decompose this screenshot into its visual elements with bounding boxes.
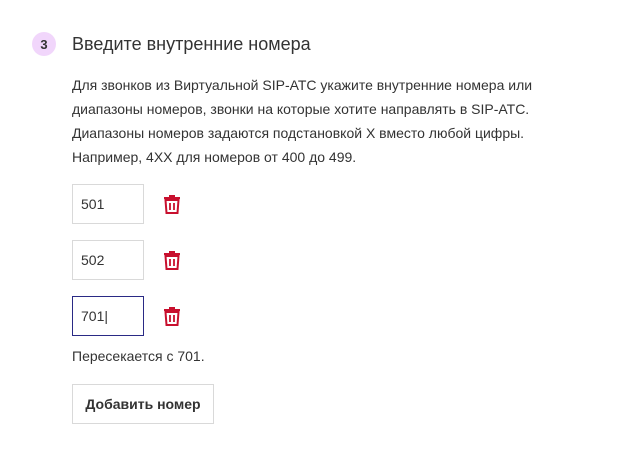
- internal-number-input[interactable]: [72, 240, 144, 280]
- number-row: [72, 184, 182, 224]
- description-line: Диапазоны номеров задаются подстановкой …: [72, 125, 525, 141]
- description-line: Например, 4ХХ для номеров от 400 до 499.: [72, 149, 357, 165]
- section-title: Введите внутренние номера: [72, 34, 311, 54]
- internal-number-input[interactable]: [72, 184, 144, 224]
- trash-icon[interactable]: [162, 249, 182, 271]
- internal-number-input[interactable]: [72, 296, 144, 336]
- description-line: диапазоны номеров, звонки на которые хот…: [72, 101, 530, 117]
- number-row: [72, 240, 182, 280]
- trash-icon[interactable]: [162, 193, 182, 215]
- step-number-badge: 3: [32, 32, 56, 56]
- number-row: [72, 296, 182, 336]
- trash-icon[interactable]: [162, 305, 182, 327]
- description-line: Для звонков из Виртуальной SIP-АТС укажи…: [72, 77, 533, 93]
- add-number-button[interactable]: Добавить номер: [72, 384, 214, 424]
- section-description: Для звонков из Виртуальной SIP-АТС укажи…: [72, 73, 572, 169]
- overlap-error-message: Пересекается с 701.: [72, 348, 205, 364]
